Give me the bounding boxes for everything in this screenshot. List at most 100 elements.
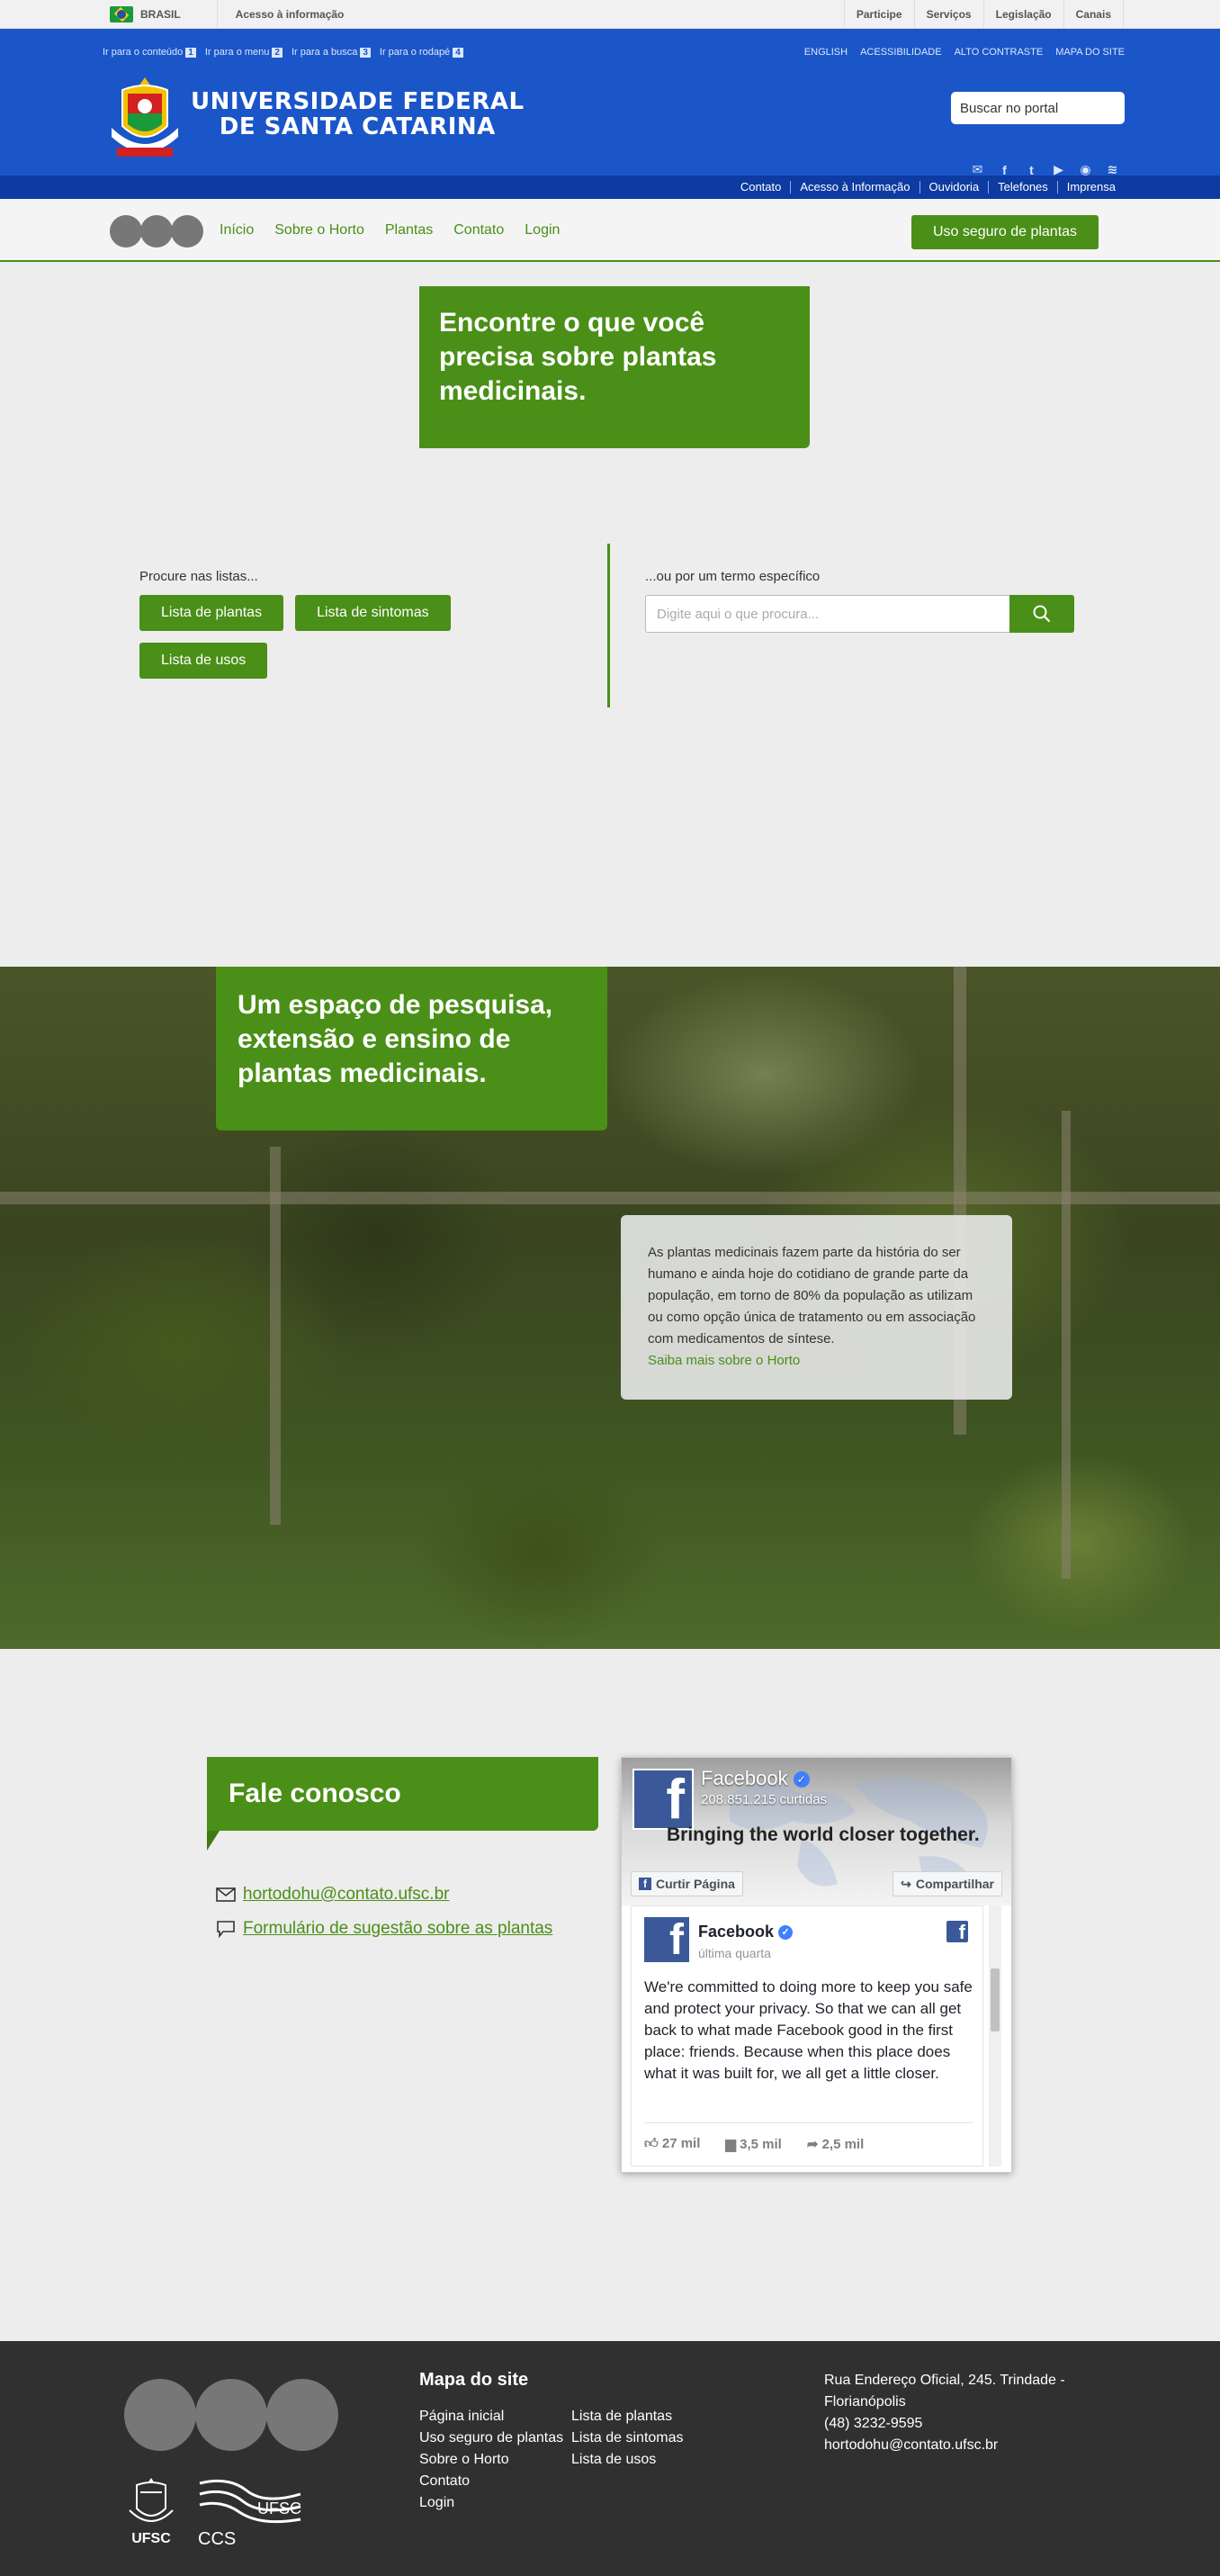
comments-count[interactable]: ▆ 3,5 mil xyxy=(725,2136,781,2152)
high-contrast-link[interactable]: ALTO CONTRASTE xyxy=(955,47,1044,58)
nav-plantas[interactable]: Plantas xyxy=(385,222,433,239)
utility-link-contato[interactable]: Contato xyxy=(731,181,791,194)
about-horto-link[interactable]: Saiba mais sobre o Horto xyxy=(648,1350,985,1372)
brasil-link[interactable]: BRASIL xyxy=(140,8,181,21)
nav-contato[interactable]: Contato xyxy=(453,222,504,239)
ufsc-crest-logo[interactable] xyxy=(104,74,185,164)
site-nav: Início Sobre o Horto Plantas Contato Log… xyxy=(0,199,1220,262)
accessibility-link[interactable]: ACESSIBILIDADE xyxy=(860,47,941,58)
facebook-logo-icon[interactable]: f xyxy=(632,1769,694,1830)
contact-links: hortodohu@contato.ufsc.br Formulário de … xyxy=(216,1878,552,1946)
sitemap-title: Mapa do site xyxy=(419,2370,529,2390)
svg-text:UFSC: UFSC xyxy=(257,2499,301,2517)
utility-link-imprensa[interactable]: Imprensa xyxy=(1056,181,1125,194)
footer-link-uses[interactable]: Lista de usos xyxy=(571,2452,656,2467)
hero-title: Encontre o que você precisa sobre planta… xyxy=(419,286,810,448)
gov-link-canais[interactable]: Canais xyxy=(1063,0,1124,29)
search-icon xyxy=(1033,605,1051,623)
footer-link-symptoms[interactable]: Lista de sintomas xyxy=(571,2430,684,2445)
garden-description: As plantas medicinais fazem parte da his… xyxy=(648,1245,976,1347)
facebook-likes-count: 208.851.215 curtidas xyxy=(701,1792,828,1807)
nav-login[interactable]: Login xyxy=(525,222,560,239)
footer-link-login[interactable]: Login xyxy=(419,2495,454,2510)
garden-section: Um espaço de pesquisa, extensão e ensino… xyxy=(0,967,1220,1649)
skip-to-search-link[interactable]: Ir para a busca 3 xyxy=(292,47,371,58)
verified-badge-icon: ✓ xyxy=(778,1925,794,1941)
post-author-avatar[interactable]: f xyxy=(644,1917,689,1962)
post-author-name[interactable]: Facebook ✓ xyxy=(698,1923,794,1941)
suggestion-form-link[interactable]: Formulário de sugestão sobre as plantas xyxy=(243,1912,552,1946)
thumbs-up-icon: 👍︎ xyxy=(644,2136,659,2151)
footer-logos xyxy=(124,2379,338,2451)
vertical-divider xyxy=(607,544,610,707)
english-link[interactable]: ENGLISH xyxy=(804,47,848,58)
gov-link-servicos[interactable]: Serviços xyxy=(913,0,983,29)
facebook-post: f Facebook ✓ última quarta f We're commi… xyxy=(631,1905,983,2166)
search-area: Procure nas listas... Lista de plantas L… xyxy=(0,540,1220,720)
access-info-link[interactable]: Acesso à informação xyxy=(236,8,345,21)
utility-link-ouvidoria[interactable]: Ouvidoria xyxy=(919,181,989,194)
verified-badge-icon: ✓ xyxy=(793,1771,810,1788)
term-search-input[interactable] xyxy=(645,595,1009,633)
share-arrow-icon: ↪ xyxy=(901,1876,911,1891)
utility-link-acesso[interactable]: Acesso à Informação xyxy=(790,181,919,194)
post-text: We're committed to doing more to keep yo… xyxy=(644,1978,973,2082)
utility-bar: Contato Acesso à Informação Ouvidoria Te… xyxy=(0,176,1220,199)
sitemap-column-2: Lista de plantas Lista de sintomas Lista… xyxy=(571,2406,684,2471)
footer-link-about[interactable]: Sobre o Horto xyxy=(419,2452,509,2467)
logo-circle xyxy=(171,215,203,248)
share-icon: ➦ xyxy=(806,2137,819,2152)
sitemap-link[interactable]: MAPA DO SITE xyxy=(1055,47,1125,58)
pergola-beam xyxy=(0,1192,1220,1204)
utility-link-telefones[interactable]: Telefones xyxy=(988,181,1057,194)
garden-info-card: As plantas medicinais fazem parte da his… xyxy=(621,1215,1012,1400)
skip-to-content-link[interactable]: Ir para o conteúdo 1 xyxy=(103,47,196,58)
widget-scrollbar[interactable] xyxy=(989,1905,1001,2166)
symptoms-list-button[interactable]: Lista de sintomas xyxy=(295,595,451,631)
scrollbar-thumb[interactable] xyxy=(991,1968,1000,2031)
brazil-flag-icon xyxy=(110,6,133,23)
footer-link-contact[interactable]: Contato xyxy=(419,2473,470,2489)
term-search-button[interactable] xyxy=(1009,595,1074,633)
site-logos[interactable] xyxy=(110,215,203,248)
logo-circle xyxy=(195,2379,267,2451)
logo-circle xyxy=(110,215,142,248)
envelope-icon xyxy=(216,1887,236,1902)
comment-icon: ▆ xyxy=(725,2137,736,2152)
footer-link-plants[interactable]: Lista de plantas xyxy=(571,2409,672,2424)
nav-sobre-horto[interactable]: Sobre o Horto xyxy=(274,222,364,239)
safe-use-button[interactable]: Uso seguro de plantas xyxy=(911,215,1099,249)
svg-text:CCS: CCS xyxy=(198,2529,236,2549)
address-line: Rua Endereço Oficial, 245. Trindade - Fl… xyxy=(824,2373,1065,2409)
facebook-page-widget: f Facebook ✓ 208.851.215 curtidas Bringi… xyxy=(621,1757,1012,2173)
gov-link-participe[interactable]: Participe xyxy=(843,0,914,29)
ccs-ufsc-logo[interactable]: UFSC CCS xyxy=(193,2474,318,2550)
term-label: ...ou por um termo específico xyxy=(645,569,821,584)
footer-link-safe-use[interactable]: Uso seguro de plantas xyxy=(419,2430,563,2445)
university-header: Ir para o conteúdo 1 Ir para o menu 2 Ir p… xyxy=(0,29,1220,177)
facebook-page-name[interactable]: Facebook ✓ xyxy=(701,1767,810,1790)
share-button[interactable]: ↪ Compartilhar xyxy=(893,1871,1002,1896)
uses-list-button[interactable]: Lista de usos xyxy=(139,643,268,679)
reactions-count[interactable]: 👍︎ 27 mil xyxy=(644,2136,700,2152)
skip-to-menu-link[interactable]: Ir para o menu 2 xyxy=(205,47,283,58)
gov-link-legislacao[interactable]: Legislação xyxy=(982,0,1063,29)
like-page-button[interactable]: f Curtir Página xyxy=(631,1871,743,1896)
plants-list-button[interactable]: Lista de plantas xyxy=(139,595,284,631)
garden-title: Um espaço de pesquisa, extensão e ensino… xyxy=(216,967,607,1130)
portal-search-input[interactable] xyxy=(951,92,1125,124)
skip-links: Ir para o conteúdo 1 Ir para o menu 2 Ir p… xyxy=(103,47,463,58)
logo-circle xyxy=(124,2379,196,2451)
contact-email-link[interactable]: hortodohu@contato.ufsc.br xyxy=(243,1878,449,1912)
logo-circle xyxy=(266,2379,338,2451)
nav-inicio[interactable]: Início xyxy=(220,222,254,239)
university-name[interactable]: UNIVERSIDADE FEDERAL DE SANTA CATARINA xyxy=(191,89,525,140)
post-date[interactable]: última quarta xyxy=(698,1946,771,1960)
footer-link-home[interactable]: Página inicial xyxy=(419,2409,504,2424)
shares-count[interactable]: ➦ 2,5 mil xyxy=(807,2136,864,2152)
ufsc-footer-logo[interactable]: UFSC xyxy=(124,2474,178,2546)
facebook-mini-icon[interactable]: f xyxy=(946,1921,968,1942)
skip-to-footer-link[interactable]: Ir para o rodapé 4 xyxy=(380,47,463,58)
sitemap-column-1: Página inicial Uso seguro de plantas Sob… xyxy=(419,2406,563,2514)
post-stats: 👍︎ 27 mil ▆ 3,5 mil ➦ 2,5 mil xyxy=(644,2122,973,2152)
